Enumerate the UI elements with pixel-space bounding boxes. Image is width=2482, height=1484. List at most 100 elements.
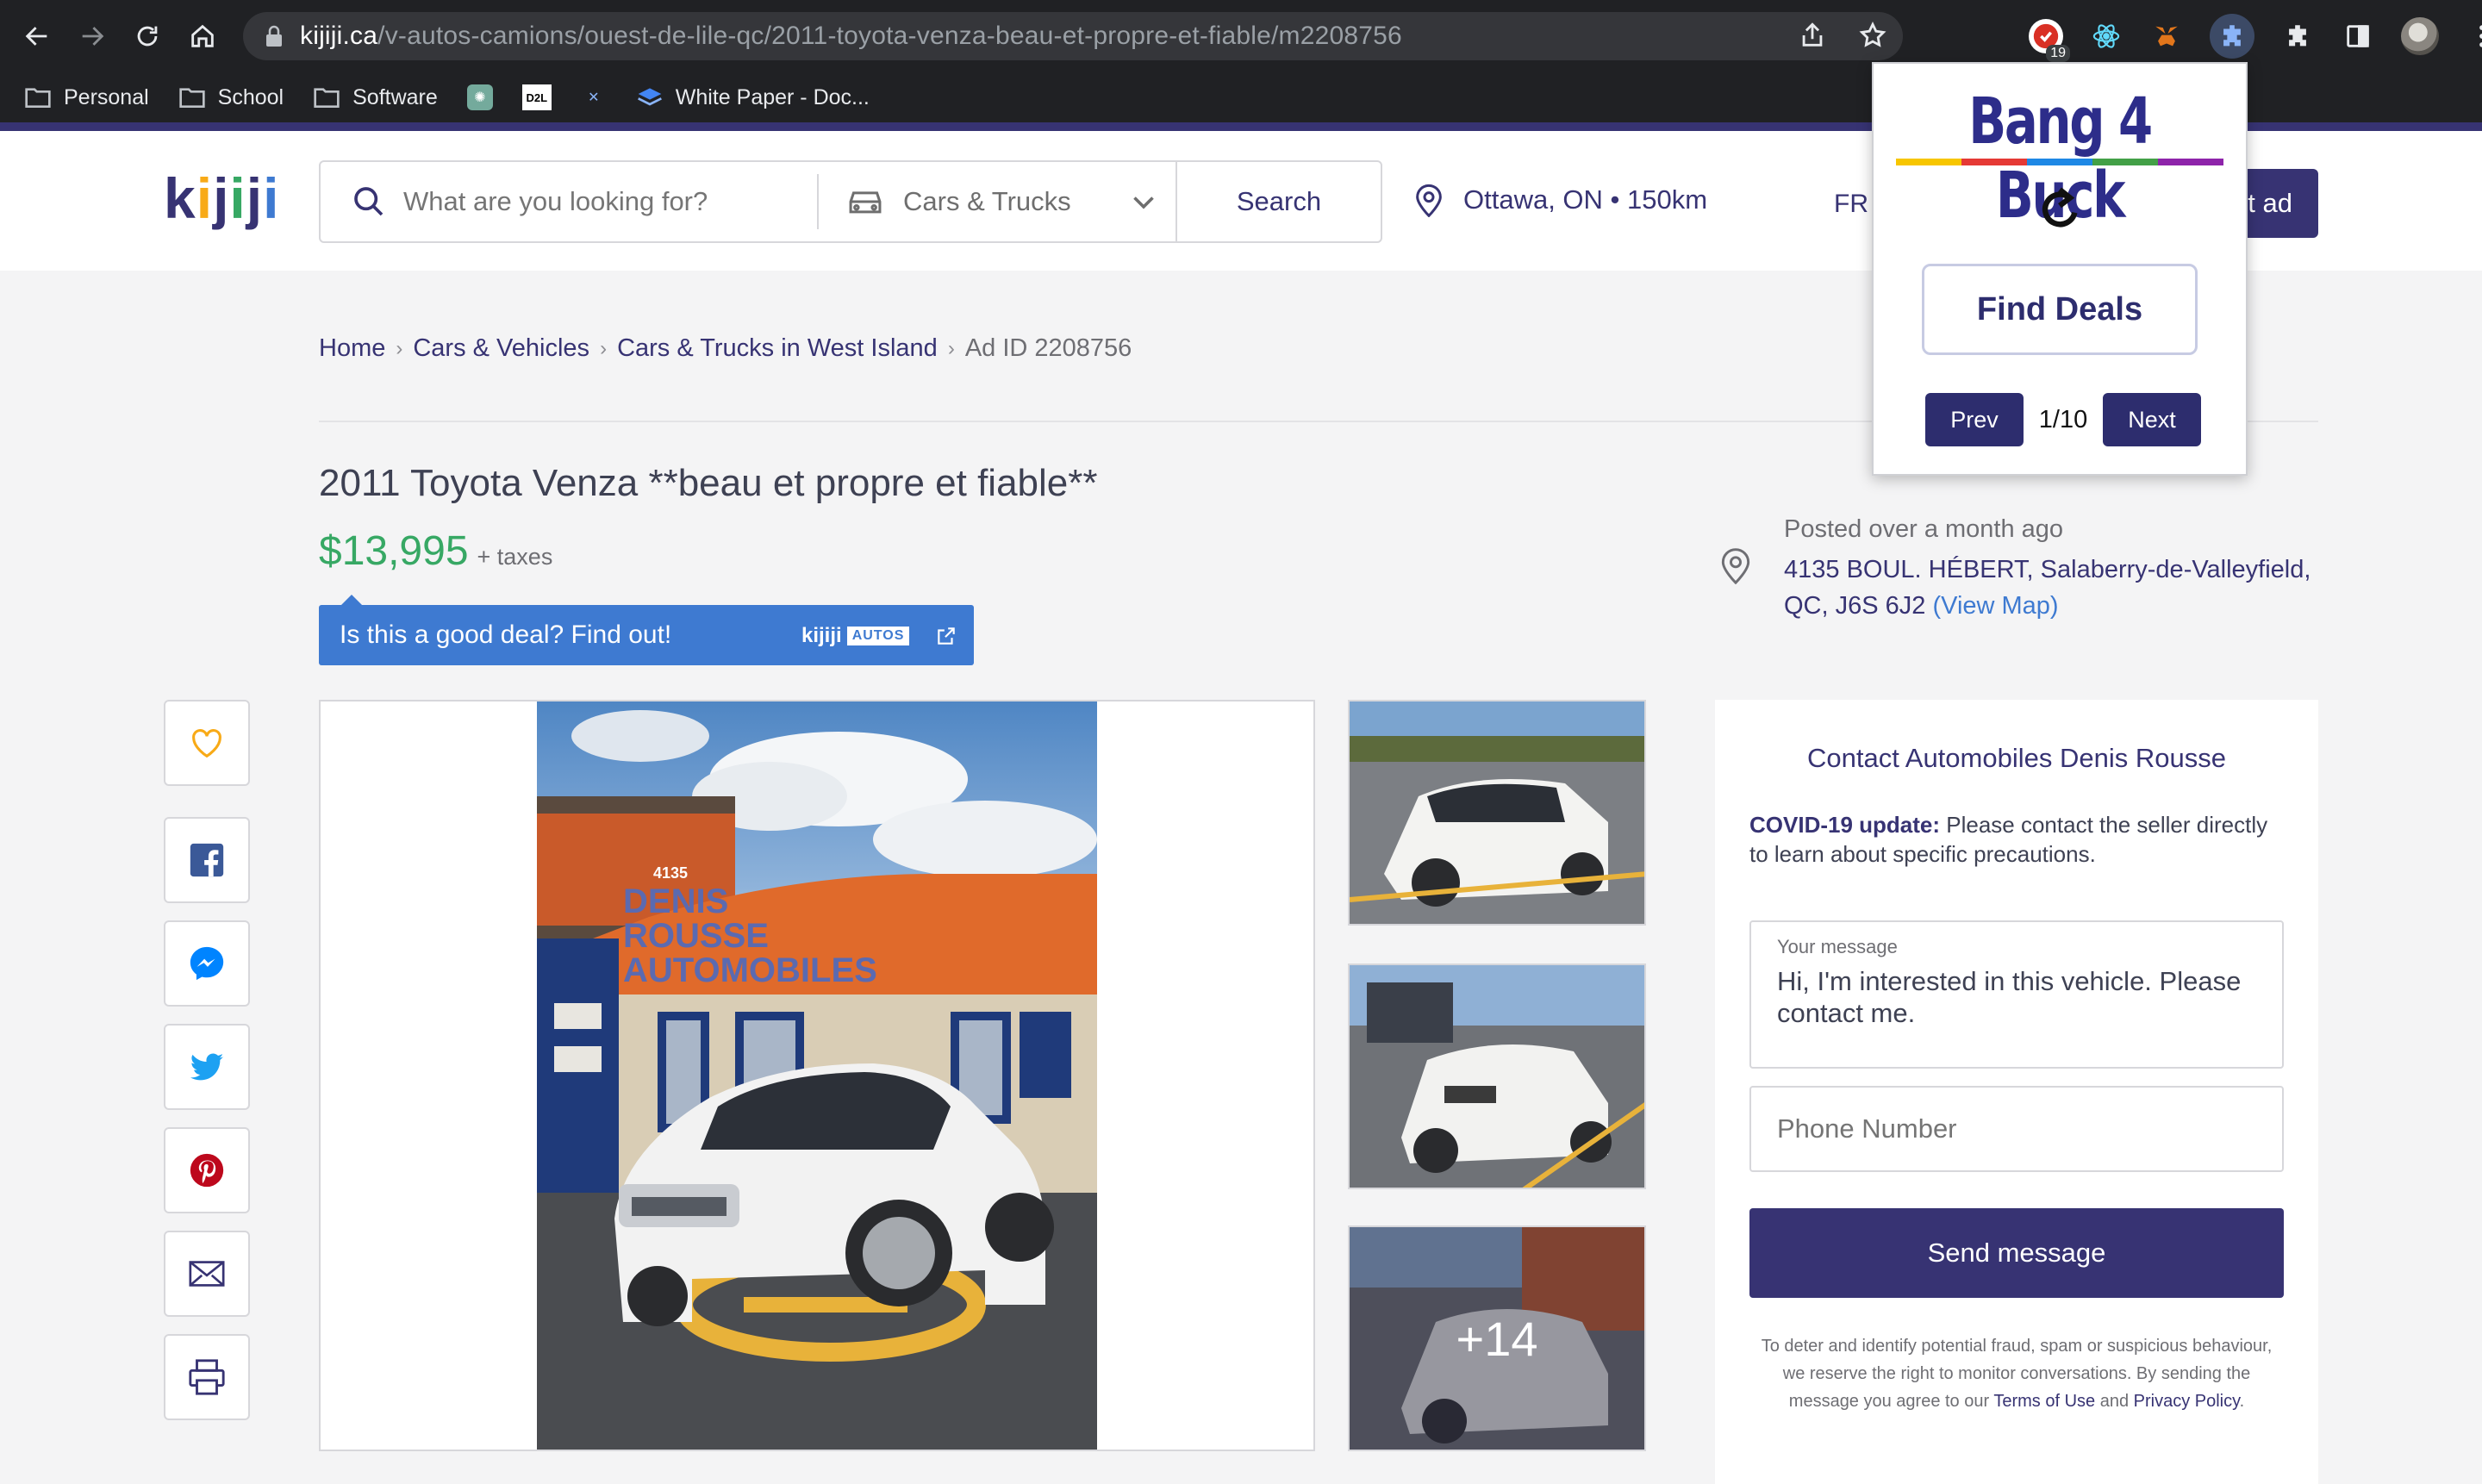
language-toggle[interactable]: FR: [1834, 190, 1868, 219]
message-label: Your message: [1777, 936, 1898, 957]
price-suffix: + taxes: [477, 544, 553, 570]
contact-seller-card: Contact Automobiles Denis Rousse COVID-1…: [1715, 700, 2318, 1484]
favourite-button[interactable]: [164, 700, 250, 786]
reload-button[interactable]: [126, 15, 169, 58]
side-panel-icon[interactable]: [2341, 19, 2375, 53]
bookmark-game[interactable]: ✕: [581, 84, 607, 110]
send-message-button[interactable]: Send message: [1749, 1208, 2284, 1298]
game-icon: ✕: [588, 90, 600, 105]
phone-number-input[interactable]: [1749, 1086, 2284, 1172]
bookmark-white-paper[interactable]: White Paper - Doc...: [636, 85, 870, 110]
logo-letter: i: [263, 166, 280, 230]
home-icon: [191, 24, 214, 47]
lock-icon: [266, 25, 282, 47]
share-facebook-button[interactable]: [164, 817, 250, 903]
back-arrow-icon: [25, 27, 47, 46]
bookmark-software[interactable]: Software: [313, 85, 438, 110]
fraud-disclaimer: To deter and identify potential fraud, s…: [1761, 1337, 2273, 1411]
breadcrumb-home[interactable]: Home: [319, 334, 385, 363]
react-devtools-icon[interactable]: [2089, 19, 2123, 53]
thumbnail-photo: [1350, 965, 1644, 1188]
share-pinterest-button[interactable]: [164, 1127, 250, 1213]
photo-sign-number: 4135: [653, 864, 688, 882]
listing-price: $13,995 + taxes: [319, 528, 553, 574]
logo-letter: k: [164, 166, 196, 230]
print-button[interactable]: [164, 1334, 250, 1420]
bookmark-d2l[interactable]: D2L: [521, 84, 552, 110]
main-listing-photo[interactable]: 4135 DENIS ROUSSE AUTOMOBILES: [537, 701, 1097, 1450]
search-button[interactable]: Search: [1176, 160, 1382, 243]
refresh-icon[interactable]: [2032, 183, 2087, 238]
bookmark-chatgpt[interactable]: ✺: [466, 84, 493, 110]
messenger-icon: [190, 946, 224, 981]
chevron-down-icon: [1132, 196, 1154, 209]
ext-red-icon[interactable]: 19: [2029, 19, 2070, 62]
kijiji-autos-logo: kijiji AUTOS: [801, 624, 957, 648]
extensions-puzzle-icon[interactable]: [2280, 19, 2315, 53]
share-twitter-button[interactable]: [164, 1024, 250, 1110]
reload-icon: [137, 26, 158, 47]
terms-of-use-link[interactable]: Terms of Use: [1993, 1392, 2095, 1411]
message-text[interactable]: Hi, I'm interested in this vehicle. Plea…: [1777, 965, 2256, 1029]
extension-icons: 19: [2029, 14, 2482, 62]
layers-icon: [637, 88, 662, 106]
photo-sign-line-3: AUTOMOBILES: [623, 951, 877, 989]
home-button[interactable]: [181, 15, 224, 58]
metamask-fox-icon[interactable]: [2149, 19, 2184, 53]
browser-menu-icon[interactable]: [2465, 19, 2482, 53]
address-pin-icon: [1721, 548, 1750, 584]
logo-letter: j: [213, 166, 230, 230]
bang4buck-popup: Bang 4 Buck Find Deals Prev 1/10 Next: [1872, 62, 2248, 476]
find-deals-button[interactable]: Find Deals: [1922, 264, 2198, 355]
breadcrumb-ad-id: Ad ID 2208756: [964, 334, 1132, 362]
external-link-icon: [938, 627, 956, 645]
bookmark-school[interactable]: School: [178, 85, 284, 110]
more-photos-count: +14: [1350, 1227, 1644, 1450]
posted-date: Posted over a month ago: [1784, 515, 2064, 543]
listing-title: 2011 Toyota Venza **beau et propre et fi…: [319, 462, 1098, 504]
forward-button[interactable]: [71, 15, 114, 58]
heart-icon: [192, 729, 221, 758]
deal-counter: 1/10: [2038, 405, 2088, 433]
dealership-photo: 4135 DENIS ROUSSE AUTOMOBILES: [537, 710, 1097, 1450]
view-map-link[interactable]: (View Map): [1932, 592, 2058, 620]
good-deal-banner[interactable]: Is this a good deal? Find out! kijiji AUT…: [319, 595, 974, 665]
url-path: /v-autos-camions/ouest-de-lile-qc/2011-t…: [377, 22, 1402, 50]
logo-letter: i: [229, 166, 246, 230]
category-select[interactable]: Cars & Trucks: [846, 186, 1163, 217]
breadcrumb-cars-vehicles[interactable]: Cars & Vehicles: [413, 334, 589, 363]
thumbnail-1[interactable]: [1348, 700, 1646, 926]
prev-button[interactable]: Prev: [1925, 393, 2024, 446]
privacy-policy-link[interactable]: Privacy Policy: [2134, 1392, 2240, 1411]
thumbnail-photo: [1350, 701, 1644, 924]
kijiji-logo[interactable]: kijiji: [164, 165, 279, 231]
pinterest-icon: [190, 1153, 224, 1188]
share-page-icon[interactable]: [1798, 21, 1827, 50]
address-bar[interactable]: kijiji.ca/v-autos-camions/ouest-de-lile-…: [243, 12, 1903, 60]
contact-heading: Contact Automobiles Denis Rousse: [1807, 743, 2226, 773]
bookmark-star-icon[interactable]: [1858, 21, 1887, 50]
share-email-button[interactable]: [164, 1231, 250, 1317]
location-selector[interactable]: Ottawa, ON • 150km: [1413, 183, 1707, 217]
back-button[interactable]: [16, 15, 59, 58]
rainbow-underline: [1896, 159, 2223, 165]
puzzle-extension-active-icon[interactable]: [2210, 14, 2254, 59]
profile-avatar[interactable]: [2401, 17, 2439, 55]
share-messenger-button[interactable]: [164, 920, 250, 1007]
thumbnail-2[interactable]: [1348, 963, 1646, 1189]
search-input[interactable]: [403, 186, 808, 217]
logo-letter: j: [246, 166, 264, 230]
bookmark-personal[interactable]: Personal: [24, 85, 149, 110]
facebook-icon: [190, 843, 224, 877]
forward-arrow-icon: [82, 27, 104, 46]
extension-badge: 19: [2046, 45, 2070, 62]
breadcrumb-cars-trucks[interactable]: Cars & Trucks in West Island: [617, 334, 938, 363]
print-icon: [189, 1359, 225, 1395]
search-bar: Cars & Trucks: [319, 160, 1181, 243]
next-button[interactable]: Next: [2103, 393, 2201, 446]
search-icon: [354, 187, 384, 216]
main-photo-frame[interactable]: 4135 DENIS ROUSSE AUTOMOBILES: [319, 700, 1315, 1451]
twitter-icon: [190, 1053, 224, 1081]
thumbnail-3-more[interactable]: +14: [1348, 1225, 1646, 1451]
message-field[interactable]: Your message Hi, I'm interested in this …: [1749, 920, 2284, 1069]
